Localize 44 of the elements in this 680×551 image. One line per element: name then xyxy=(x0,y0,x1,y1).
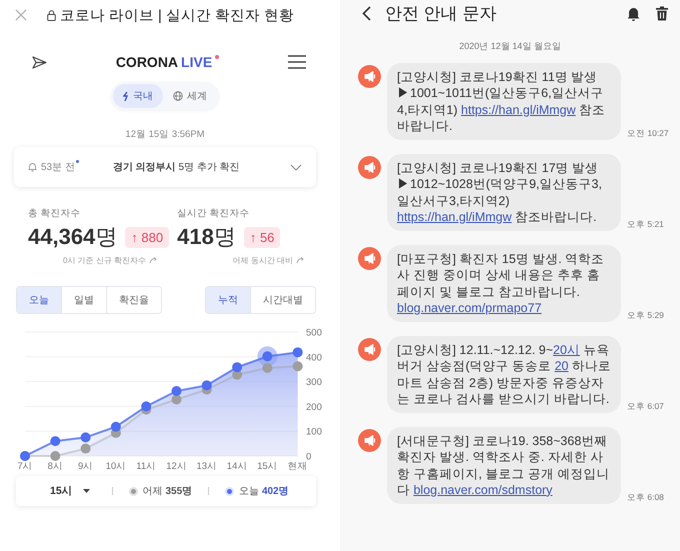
axis-label: 100 xyxy=(306,426,322,438)
stat-value: 418명 xyxy=(177,223,236,251)
axis-label: 300 xyxy=(306,377,322,388)
date-header: 2020년 12월 14일 월요일 xyxy=(458,40,562,53)
message-bubble: [마포구청] 확진자 15명 발생. 역학조사 진행 중이며 상세 내용은 추후 홈페이지 및 블로그 참고바랍니다. blog.naver.com/prmapo77 xyxy=(387,245,621,322)
screen-title: 안전 안내 문자 xyxy=(385,2,498,24)
notice-time: 53분 전 xyxy=(41,161,75,174)
page-title: 코로나 라이브 | 실시간 확진자 현황 xyxy=(60,6,294,24)
axis-label: 15시 xyxy=(257,461,278,470)
axis-label: 8시 xyxy=(48,461,63,470)
axis-label: 12시 xyxy=(166,461,187,470)
message-bubble: [고양시청] 12.11.~12.12. 9~20시 뉴욕버거 삼송점(덕양구 동송로 20 하나로마트 삼송점 2층) 방문자중 유증상자는 코로나 검사를 받으시기 바랍니다. xyxy=(387,336,621,413)
message-time: 오전 10:27 xyxy=(627,128,669,140)
message-time: 오후 5:29 xyxy=(627,310,664,322)
logo-text: LIVE xyxy=(181,54,212,70)
axis-label: 13시 xyxy=(196,461,218,470)
notice-text: 경기 의정부시 5명 추가 확진 xyxy=(112,161,241,174)
axis-label: 7시 xyxy=(17,461,33,470)
change-badge: ↑ 56 xyxy=(244,226,280,248)
message-bubble: [고양시청] 코로나19확진 11명 발생▶1001~1011번(일산동구6,일산서구4,타지역1) https://han.gl/iMmgw 참조바랍니다. xyxy=(387,63,621,140)
axis-label: 0 xyxy=(306,452,312,462)
legend-text: 오늘 402명 xyxy=(239,485,289,498)
axis-label: 200 xyxy=(306,402,322,413)
axis-label: 11시 xyxy=(136,461,156,470)
update-time: 12월 15일 3:56PM xyxy=(124,128,206,141)
stat-label: 실시간 확진자수 xyxy=(177,207,251,220)
logo-text: CORONA xyxy=(116,54,178,70)
stat-value: 44,364명 xyxy=(28,223,118,251)
message-time: 오후 6:07 xyxy=(627,401,664,413)
stat-note: 0시 기준 신규 확진자수 xyxy=(62,255,146,266)
axis-label: 9시 xyxy=(78,461,94,470)
message-bubble: [고양시청] 코로나19확진 17명 발생▶1012~1028번(덕양구9,일산동구3,일산서구3,타지역2) https://han.gl/iMmgw 참조바랍니다. xyxy=(387,154,621,231)
legend-text: 어제 355명 xyxy=(142,485,192,498)
message-bubble: [서대문구청] 코로나19. 358~368번째 확진자 발생. 역학조사 중. 자세한 사항 구홈페이지, 블로그 공개 예정입니다 blog.naver.com/sdmstory xyxy=(387,427,621,504)
message-time: 오후 6:08 xyxy=(627,492,664,504)
axis-label: 현재 xyxy=(288,461,308,470)
stat-label: 총 확진자수 xyxy=(28,207,82,220)
message-time: 오후 5:21 xyxy=(627,219,664,231)
axis-label: 10시 xyxy=(106,461,126,470)
axis-label: 14시 xyxy=(226,461,248,470)
stat-note: 어제 동시간 대비 xyxy=(232,255,293,266)
axis-label: 400 xyxy=(306,352,322,364)
axis-label: 500 xyxy=(306,328,322,338)
change-badge: ↑ 880 xyxy=(125,226,170,248)
